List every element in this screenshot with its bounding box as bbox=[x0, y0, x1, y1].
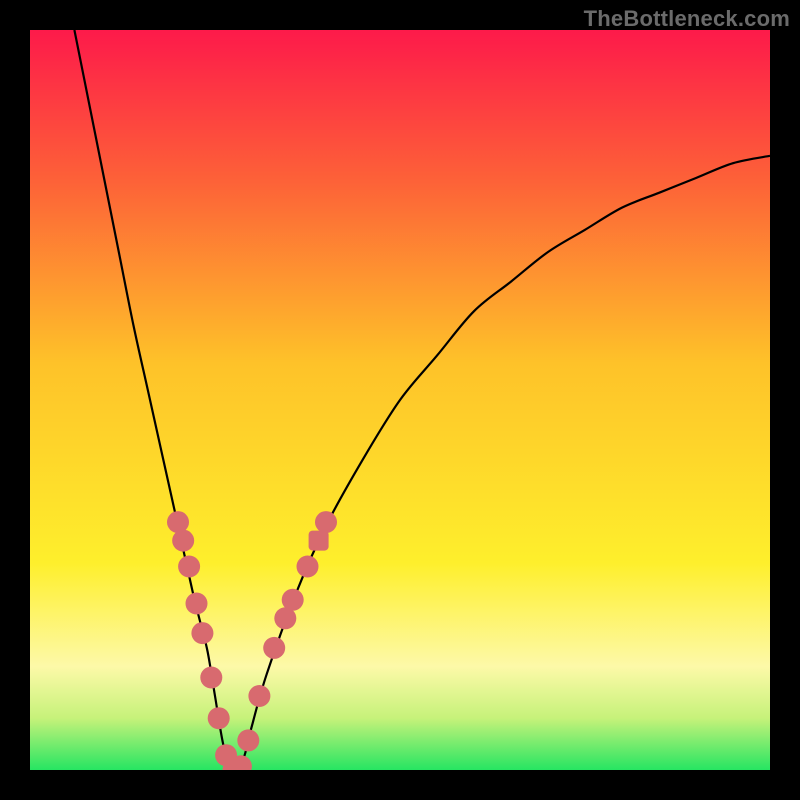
data-marker bbox=[200, 667, 222, 689]
data-marker bbox=[186, 593, 208, 615]
data-marker bbox=[282, 589, 304, 611]
data-marker bbox=[263, 637, 285, 659]
data-marker bbox=[315, 511, 337, 533]
plot-area bbox=[30, 30, 770, 770]
chart-frame: TheBottleneck.com bbox=[0, 0, 800, 800]
chart-svg bbox=[30, 30, 770, 770]
watermark-text: TheBottleneck.com bbox=[584, 6, 790, 32]
data-marker bbox=[309, 531, 329, 551]
data-marker bbox=[208, 707, 230, 729]
data-marker bbox=[191, 622, 213, 644]
data-marker bbox=[167, 511, 189, 533]
data-marker bbox=[178, 556, 200, 578]
data-marker bbox=[172, 530, 194, 552]
data-marker bbox=[297, 556, 319, 578]
data-marker bbox=[248, 685, 270, 707]
data-marker bbox=[237, 729, 259, 751]
